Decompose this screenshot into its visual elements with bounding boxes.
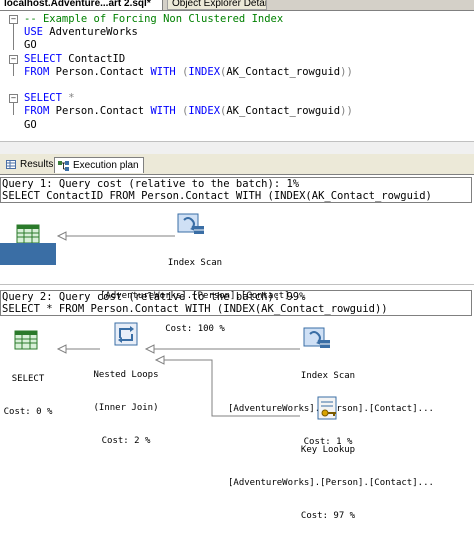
code-token: *	[61, 92, 75, 105]
code-token: INDEX	[188, 105, 221, 118]
code-token: Person.Contact	[49, 105, 151, 118]
index-scan-icon[interactable]	[302, 326, 332, 350]
query2-cost-header: Query 2: Query cost (relative to the bat…	[2, 291, 306, 303]
code-token: Person.Contact	[49, 65, 151, 78]
q2-nested-loops-node[interactable]: Nested Loops (Inner Join) Cost: 2 %	[86, 348, 166, 458]
q2-key-lookup-cost: Cost: 97 %	[300, 511, 356, 521]
q2-select-cost: Cost: 0 %	[3, 407, 53, 417]
select-operator-icon[interactable]	[16, 224, 40, 244]
key-lookup-icon[interactable]	[316, 396, 340, 422]
query1-sql-text: SELECT ContactID FROM Person.Contact WIT…	[2, 190, 432, 202]
index-scan-icon[interactable]	[176, 212, 206, 236]
editor-line: SELECT ContactID	[24, 53, 125, 66]
editor-horizontal-scrollbar[interactable]	[0, 141, 474, 154]
editor-line: -- Example of Forcing Non Clustered Inde…	[24, 13, 283, 26]
code-token: USE	[24, 26, 43, 39]
query-separator	[0, 284, 474, 285]
code-token: AK_Contact_rowguid	[226, 105, 341, 118]
q1-select-label: SELECT	[11, 265, 45, 275]
q1-select-node[interactable]: SELECT Cost: 0 %	[0, 243, 56, 308]
select-operator-icon[interactable]	[14, 330, 38, 350]
nested-loops-icon[interactable]	[114, 322, 138, 346]
collapse-toggle-icon[interactable]: −	[9, 55, 18, 64]
q2-select-node[interactable]: SELECT Cost: 0 %	[0, 352, 56, 429]
q2-nested-loops-subtitle: (Inner Join)	[93, 403, 159, 413]
execution-plan-icon	[58, 161, 69, 171]
collapse-toggle-icon[interactable]: −	[9, 15, 18, 24]
q2-index-scan-label: Index Scan	[300, 371, 356, 381]
q2-nested-loops-label: Nested Loops	[93, 370, 159, 380]
code-token: GO	[24, 118, 37, 131]
editor-line: SELECT *	[24, 92, 75, 105]
tab-execution-plan-label: Execution plan	[73, 160, 139, 171]
code-token: (	[175, 65, 189, 78]
tab-execution-plan[interactable]: Execution plan	[54, 157, 144, 173]
tab-results-label: Results	[20, 159, 54, 170]
code-token: FROM	[24, 65, 50, 78]
q1-index-scan-label: Index Scan	[167, 258, 223, 268]
editor-line: GO	[24, 39, 37, 52]
editor-line: FROM Person.Contact WITH (INDEX(AK_Conta…	[24, 66, 353, 79]
q2-key-lookup-object: [AdventureWorks].[Person].[Contact]...	[228, 478, 434, 488]
code-token: SELECT	[24, 52, 62, 65]
code-token: AK_Contact_rowguid	[226, 65, 341, 78]
editor-line: GO	[24, 119, 37, 132]
code-token: (	[175, 105, 189, 118]
q2-key-lookup-node[interactable]: Key Lookup [AdventureWorks].[Person].[Co…	[228, 423, 434, 533]
editor-line: USE AdventureWorks	[24, 26, 138, 39]
query1-cost-header: Query 1: Query cost (relative to the bat…	[2, 178, 300, 190]
code-token: ))	[340, 105, 353, 118]
editor-line: FROM Person.Contact WITH (INDEX(AK_Conta…	[24, 105, 353, 118]
outline-guide	[13, 103, 14, 115]
query2-sql-text: SELECT * FROM Person.Contact WITH (INDEX…	[2, 303, 388, 315]
q2-key-lookup-label: Key Lookup	[300, 445, 356, 455]
q2-select-label: SELECT	[11, 374, 45, 384]
outline-guide	[13, 24, 14, 50]
code-token: WITH	[150, 105, 176, 118]
tab-results[interactable]: Results	[2, 157, 54, 173]
code-token: SELECT	[24, 92, 62, 105]
q2-nested-loops-cost: Cost: 2 %	[101, 436, 151, 446]
doc-tab-query[interactable]: localhost.Adventure...art 2.sql*	[0, 0, 163, 10]
grid-icon	[6, 160, 16, 169]
code-token: ContactID	[61, 52, 126, 65]
code-token: ))	[340, 65, 353, 78]
collapse-toggle-icon[interactable]: −	[9, 94, 18, 103]
code-token: FROM	[24, 105, 50, 118]
code-token: GO	[24, 39, 37, 52]
code-token: WITH	[150, 65, 176, 78]
code-token: AdventureWorks	[42, 26, 138, 39]
code-token: INDEX	[188, 65, 221, 78]
doc-tab-object-explorer-details[interactable]: Object Explorer Details	[167, 0, 267, 10]
editor-gutter	[0, 11, 20, 151]
code-token: -- Example of Forcing Non Clustered Inde…	[24, 13, 284, 25]
outline-guide	[13, 64, 14, 76]
